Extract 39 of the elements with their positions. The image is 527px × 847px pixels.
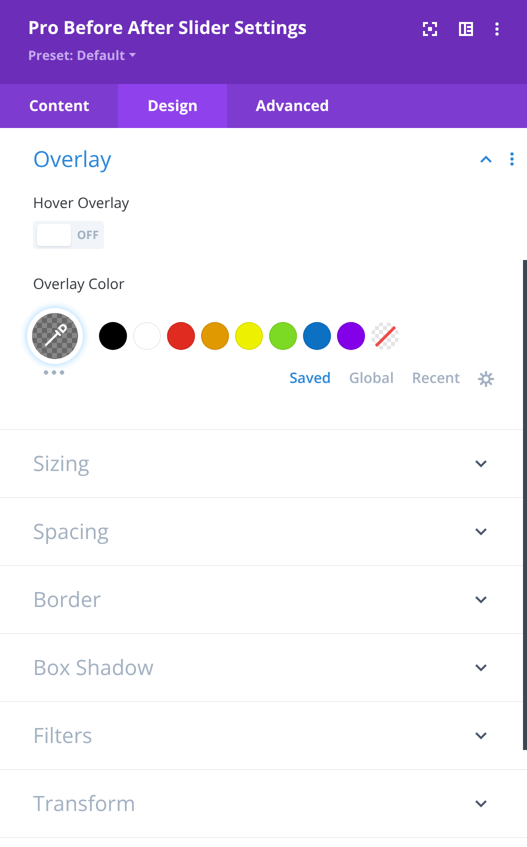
fullscreen-icon[interactable] xyxy=(423,22,437,36)
color-swatch[interactable] xyxy=(167,322,195,350)
panel-title: Pro Before After Slider Settings xyxy=(28,16,307,40)
scrollbar[interactable] xyxy=(523,260,527,750)
more-icon[interactable] xyxy=(510,152,514,166)
tab[interactable]: Advanced xyxy=(226,84,358,128)
section-title[interactable]: Box Shadow xyxy=(33,654,154,682)
tab[interactable]: Content xyxy=(0,84,118,128)
field-label: Hover Overlay xyxy=(33,194,130,213)
color-swatch[interactable] xyxy=(99,322,127,350)
chevron-icon[interactable] xyxy=(475,800,487,808)
color-picker-button[interactable] xyxy=(27,308,83,364)
section-title[interactable]: Spacing xyxy=(33,518,109,546)
color-swatch[interactable] xyxy=(201,322,229,350)
preset-dropdown[interactable]: Preset: Default xyxy=(28,46,136,64)
chevron-icon[interactable] xyxy=(475,460,487,468)
section-title[interactable]: Filters xyxy=(33,722,92,750)
field-label: Overlay Color xyxy=(33,275,126,294)
palette-tab[interactable]: Recent xyxy=(412,369,460,388)
color-swatch[interactable] xyxy=(303,322,331,350)
section-title[interactable]: Overlay xyxy=(33,144,112,174)
color-swatch[interactable] xyxy=(269,322,297,350)
palette-tab[interactable]: Saved xyxy=(289,369,331,388)
color-swatch[interactable] xyxy=(337,322,365,350)
toggle-switch[interactable]: OFF xyxy=(33,221,104,249)
sidebar-layout-icon[interactable] xyxy=(459,22,473,36)
tab[interactable]: Design xyxy=(118,84,227,128)
chevron-icon[interactable] xyxy=(475,732,487,740)
section-title[interactable]: Sizing xyxy=(33,450,90,478)
chevron-icon[interactable] xyxy=(475,596,487,604)
caret-icon xyxy=(128,53,136,57)
more-icon[interactable] xyxy=(495,22,499,36)
chevron-icon[interactable] xyxy=(475,664,487,672)
section-title[interactable]: Border xyxy=(33,586,102,614)
section-title[interactable]: Transform xyxy=(33,790,136,818)
palette-tab[interactable]: Global xyxy=(348,369,394,388)
chevron-icon[interactable] xyxy=(480,155,492,163)
color-swatch[interactable] xyxy=(235,322,263,350)
chevron-icon[interactable] xyxy=(475,528,487,536)
